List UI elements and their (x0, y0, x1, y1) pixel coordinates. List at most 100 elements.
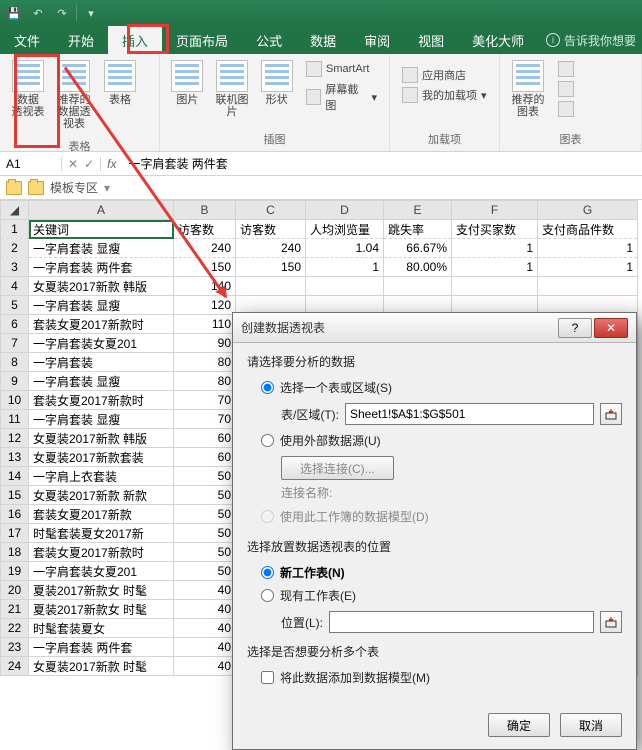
cell[interactable]: 女夏装2017新款 时髦 (29, 657, 174, 676)
range-input[interactable] (345, 403, 594, 425)
col-header[interactable]: A (29, 201, 174, 220)
smartart-button[interactable]: SmartArt (304, 60, 379, 78)
qat-more-icon[interactable]: ▾ (81, 3, 101, 23)
cell[interactable]: 一字肩套装 两件套 (29, 258, 174, 277)
cell[interactable]: 一字肩套装 (29, 353, 174, 372)
row-header[interactable]: 3 (1, 258, 29, 277)
shapes-button[interactable]: 形状 (255, 58, 298, 108)
cell[interactable]: 40 (174, 619, 236, 638)
row-header[interactable]: 17 (1, 524, 29, 543)
row-header[interactable]: 4 (1, 277, 29, 296)
cell[interactable]: 40 (174, 638, 236, 657)
dialog-titlebar[interactable]: 创建数据透视表 ? ✕ (233, 313, 636, 343)
recommended-pivot-button[interactable]: 推荐的 数据透视表 (52, 58, 96, 132)
picture-button[interactable]: 图片 (166, 58, 209, 108)
cell[interactable]: 夏装2017新款女 时髦 (29, 600, 174, 619)
table-row[interactable]: 3一字肩套装 两件套150150180.00%11 (1, 258, 638, 277)
tab-review[interactable]: 审阅 (350, 26, 404, 54)
row-header[interactable]: 9 (1, 372, 29, 391)
cell[interactable]: 40 (174, 600, 236, 619)
my-addins-button[interactable]: 我的加载项 ▾ (400, 86, 489, 104)
opt-external-source[interactable]: 使用外部数据源(U) (247, 429, 622, 452)
cell[interactable]: 时髦套装夏女2017新 (29, 524, 174, 543)
row-header[interactable]: 7 (1, 334, 29, 353)
cell[interactable]: 女夏装2017新款 韩版 (29, 429, 174, 448)
collapse-range-button[interactable] (600, 403, 622, 425)
cell[interactable]: 夏装2017新款女 时髦 (29, 581, 174, 600)
row-header[interactable]: 15 (1, 486, 29, 505)
cell[interactable]: 女夏装2017新款 新款 (29, 486, 174, 505)
cell[interactable]: 90 (174, 334, 236, 353)
cell[interactable]: 70 (174, 391, 236, 410)
chart-type-1[interactable] (556, 60, 576, 78)
cell[interactable]: 一字肩套装 显瘦 (29, 410, 174, 429)
cell[interactable]: 套装女夏2017新款 (29, 505, 174, 524)
tab-layout[interactable]: 页面布局 (162, 26, 242, 54)
tell-me[interactable]: i 告诉我你想要 (546, 26, 642, 54)
chk-add-to-model[interactable]: 将此数据添加到数据模型(M) (247, 666, 622, 689)
cell[interactable]: 跳失率 (384, 220, 452, 239)
cell[interactable]: 120 (174, 296, 236, 315)
row-header[interactable]: 24 (1, 657, 29, 676)
cell[interactable]: 80 (174, 372, 236, 391)
opt-existing-worksheet[interactable]: 现有工作表(E) (247, 584, 622, 607)
online-picture-button[interactable]: 联机图片 (211, 58, 254, 120)
row-header[interactable]: 1 (1, 220, 29, 239)
tab-file[interactable]: 文件 (0, 26, 54, 54)
col-header[interactable]: D (306, 201, 384, 220)
save-icon[interactable]: 💾 (4, 3, 24, 23)
confirm-fx-icon[interactable]: ✓ (84, 157, 94, 171)
col-header[interactable]: F (452, 201, 538, 220)
col-header[interactable]: B (174, 201, 236, 220)
cell[interactable] (236, 277, 306, 296)
cell[interactable]: 50 (174, 486, 236, 505)
col-header[interactable]: G (538, 201, 638, 220)
template-zone-button[interactable]: 模板专区 (50, 179, 98, 196)
name-box[interactable]: A1 (0, 157, 62, 171)
store-button[interactable]: 应用商店 (400, 66, 489, 84)
location-input[interactable] (329, 611, 594, 633)
row-header[interactable]: 5 (1, 296, 29, 315)
close-button[interactable]: ✕ (594, 318, 628, 338)
folder-open-icon[interactable] (28, 181, 44, 195)
cell[interactable] (538, 277, 638, 296)
cell[interactable]: 150 (236, 258, 306, 277)
opt-new-worksheet[interactable]: 新工作表(N) (247, 561, 622, 584)
table-button[interactable]: 表格 (98, 58, 142, 108)
cell[interactable]: 套装女夏2017新款时 (29, 315, 174, 334)
table-row[interactable]: 2一字肩套装 显瘦2402401.0466.67%11 (1, 239, 638, 258)
cell[interactable]: 110 (174, 315, 236, 334)
cell[interactable]: 50 (174, 524, 236, 543)
cell[interactable]: 150 (174, 258, 236, 277)
row-header[interactable]: 16 (1, 505, 29, 524)
cell[interactable]: 女夏装2017新款套装 (29, 448, 174, 467)
cell[interactable]: 60 (174, 448, 236, 467)
chart-type-2[interactable] (556, 80, 576, 98)
cell[interactable]: 1.04 (306, 239, 384, 258)
cell[interactable]: 关键词 (29, 220, 174, 239)
row-header[interactable]: 18 (1, 543, 29, 562)
cancel-fx-icon[interactable]: ✕ (68, 157, 78, 171)
cell[interactable]: 一字肩上衣套装 (29, 467, 174, 486)
select-all-corner[interactable]: ◢ (1, 201, 29, 220)
tab-home[interactable]: 开始 (54, 26, 108, 54)
cell[interactable]: 女夏装2017新款 韩版 (29, 277, 174, 296)
fx-icon[interactable]: fx (101, 157, 122, 171)
row-header[interactable]: 19 (1, 562, 29, 581)
column-headers[interactable]: ◢ A B C D E F G (1, 201, 638, 220)
help-button[interactable]: ? (558, 318, 592, 338)
row-header[interactable]: 10 (1, 391, 29, 410)
cell[interactable]: 50 (174, 505, 236, 524)
cell[interactable]: 支付买家数 (452, 220, 538, 239)
table-row[interactable]: 4女夏装2017新款 韩版140 (1, 277, 638, 296)
ok-button[interactable]: 确定 (488, 713, 550, 737)
cell[interactable]: 1 (452, 258, 538, 277)
collapse-range-button[interactable] (600, 611, 622, 633)
tab-insert[interactable]: 插入 (108, 26, 162, 54)
cell[interactable]: 80 (174, 353, 236, 372)
cancel-button[interactable]: 取消 (560, 713, 622, 737)
cell[interactable]: 240 (236, 239, 306, 258)
row-header[interactable]: 23 (1, 638, 29, 657)
row-header[interactable]: 22 (1, 619, 29, 638)
col-header[interactable]: C (236, 201, 306, 220)
